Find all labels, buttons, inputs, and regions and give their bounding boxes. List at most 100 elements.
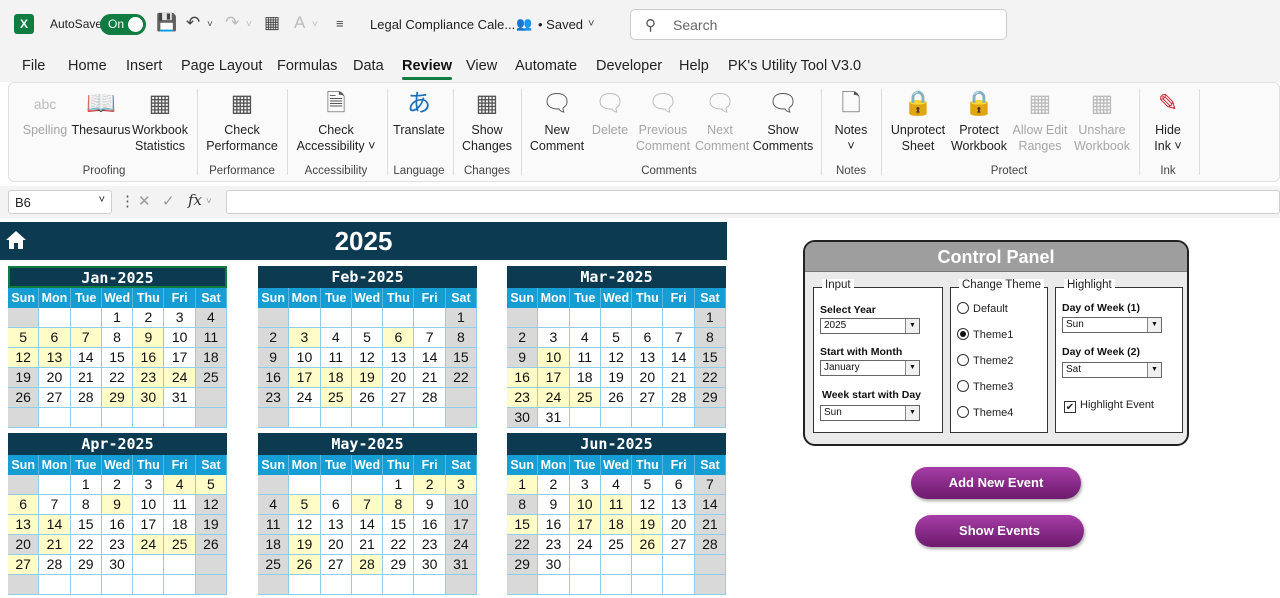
empty-day-cell[interactable] [133, 408, 165, 428]
day-cell[interactable]: 30 [538, 555, 570, 575]
day-cell[interactable]: 20 [8, 535, 40, 555]
thesaurus-button[interactable]: 📖 Thesaurus [71, 89, 131, 138]
empty-day-cell[interactable] [414, 575, 446, 595]
search-box[interactable]: ⚲ Search [630, 9, 1007, 40]
select-year-combo[interactable]: 2025 ▼ [820, 318, 920, 334]
empty-day-cell[interactable] [70, 408, 102, 428]
day-cell[interactable]: 20 [39, 368, 71, 388]
month-title[interactable]: Mar-2025 [507, 266, 726, 288]
new-comment-button[interactable]: 🗨 New Comment [525, 89, 589, 154]
menu-home[interactable]: Home [68, 58, 107, 74]
day-cell[interactable]: 1 [694, 308, 727, 328]
empty-day-cell[interactable] [663, 308, 695, 328]
allow-edit-ranges-button[interactable]: ▦ Allow Edit Ranges [1009, 89, 1071, 154]
day-cell[interactable]: 5 [8, 328, 40, 348]
month-title[interactable]: Jun-2025 [507, 433, 726, 455]
day-cell[interactable]: 29 [383, 555, 415, 575]
empty-day-cell[interactable] [632, 555, 664, 575]
notes-button[interactable]: 🗋 Notes ˅ [825, 89, 877, 154]
day-cell[interactable]: 10 [445, 495, 478, 515]
day-cell[interactable]: 15 [101, 348, 134, 368]
day-cell[interactable]: 25 [320, 388, 352, 408]
day-cell[interactable]: 12 [351, 348, 384, 368]
unprotect-sheet-button[interactable]: 🔒 Unprotect Sheet [885, 89, 951, 154]
empty-day-cell[interactable] [258, 475, 290, 495]
empty-day-cell[interactable] [195, 575, 228, 595]
empty-day-cell[interactable] [507, 575, 539, 595]
redo-icon[interactable]: ↷ [225, 13, 239, 33]
day-cell[interactable]: 12 [600, 348, 633, 368]
empty-day-cell[interactable] [39, 475, 71, 495]
day-cell[interactable]: 26 [351, 388, 384, 408]
translate-button[interactable]: あ Translate [391, 89, 447, 138]
day-cell[interactable]: 11 [195, 328, 228, 348]
day-cell[interactable]: 5 [195, 475, 228, 495]
day-cell[interactable]: 16 [101, 515, 134, 535]
day-cell[interactable]: 2 [258, 328, 290, 348]
day-cell[interactable]: 3 [164, 308, 196, 328]
day-cell[interactable]: 4 [164, 475, 196, 495]
empty-day-cell[interactable] [8, 475, 40, 495]
day-cell[interactable]: 19 [600, 368, 633, 388]
day-cell[interactable]: 27 [39, 388, 71, 408]
day-cell[interactable]: 19 [632, 515, 664, 535]
empty-day-cell[interactable] [569, 308, 601, 328]
day-cell[interactable]: 20 [320, 535, 352, 555]
menu-formulas[interactable]: Formulas [277, 58, 337, 74]
month-title[interactable]: Feb-2025 [258, 266, 477, 288]
day-cell[interactable]: 6 [8, 495, 40, 515]
day-cell[interactable]: 18 [258, 535, 290, 555]
day-cell[interactable]: 17 [569, 515, 601, 535]
day-cell[interactable]: 7 [70, 328, 102, 348]
menu-view[interactable]: View [466, 58, 497, 74]
empty-day-cell[interactable] [632, 408, 664, 428]
empty-day-cell[interactable] [383, 408, 415, 428]
empty-day-cell[interactable] [289, 408, 321, 428]
day-cell[interactable]: 9 [538, 495, 570, 515]
more-options-icon[interactable]: ⋮ [120, 192, 135, 210]
day-cell[interactable]: 17 [289, 368, 321, 388]
theme-radio-option[interactable]: Theme3 [957, 380, 1013, 393]
undo-icon[interactable]: ↶ [186, 13, 200, 33]
empty-day-cell[interactable] [101, 408, 134, 428]
day-cell[interactable]: 16 [507, 368, 539, 388]
day-cell[interactable]: 22 [383, 535, 415, 555]
workbook-statistics-button[interactable]: ▦ Workbook Statistics [129, 89, 191, 154]
font-color-icon[interactable]: A [294, 13, 305, 33]
day-cell[interactable]: 24 [289, 388, 321, 408]
day-cell[interactable]: 17 [133, 515, 165, 535]
empty-day-cell[interactable] [39, 575, 71, 595]
day-cell[interactable]: 28 [414, 388, 446, 408]
day-cell[interactable]: 12 [289, 515, 321, 535]
empty-day-cell[interactable] [320, 308, 352, 328]
day-cell[interactable]: 28 [694, 535, 727, 555]
day-cell[interactable]: 1 [445, 308, 478, 328]
theme-radio-option[interactable]: Theme4 [957, 406, 1013, 419]
empty-day-cell[interactable] [289, 308, 321, 328]
day-cell[interactable]: 11 [320, 348, 352, 368]
day-cell[interactable]: 13 [8, 515, 40, 535]
day-cell[interactable]: 8 [694, 328, 727, 348]
next-comment-button[interactable]: 🗨 Next Comment [695, 89, 749, 154]
font-color-dropdown-icon[interactable]: ˅ [312, 19, 318, 30]
day-cell[interactable]: 22 [101, 368, 134, 388]
menu-automate[interactable]: Automate [515, 58, 577, 74]
day-cell[interactable]: 6 [383, 328, 415, 348]
day-cell[interactable]: 21 [39, 535, 71, 555]
empty-day-cell[interactable] [39, 408, 71, 428]
day-cell[interactable]: 4 [600, 475, 633, 495]
day-cell[interactable]: 7 [663, 328, 695, 348]
saved-status[interactable]: • Saved [538, 17, 583, 32]
empty-day-cell[interactable] [70, 575, 102, 595]
day-cell[interactable]: 21 [663, 368, 695, 388]
empty-day-cell[interactable] [39, 308, 71, 328]
hide-ink-button[interactable]: ✎ Hide Ink ˅ [1143, 89, 1193, 154]
day-cell[interactable]: 2 [414, 475, 446, 495]
empty-day-cell[interactable] [383, 308, 415, 328]
day-cell[interactable]: 30 [507, 408, 539, 428]
empty-day-cell[interactable] [195, 388, 228, 408]
day-cell[interactable]: 8 [445, 328, 478, 348]
day-cell[interactable]: 9 [507, 348, 539, 368]
theme-radio-option[interactable]: Default [957, 302, 1008, 315]
day-cell[interactable]: 18 [600, 515, 633, 535]
